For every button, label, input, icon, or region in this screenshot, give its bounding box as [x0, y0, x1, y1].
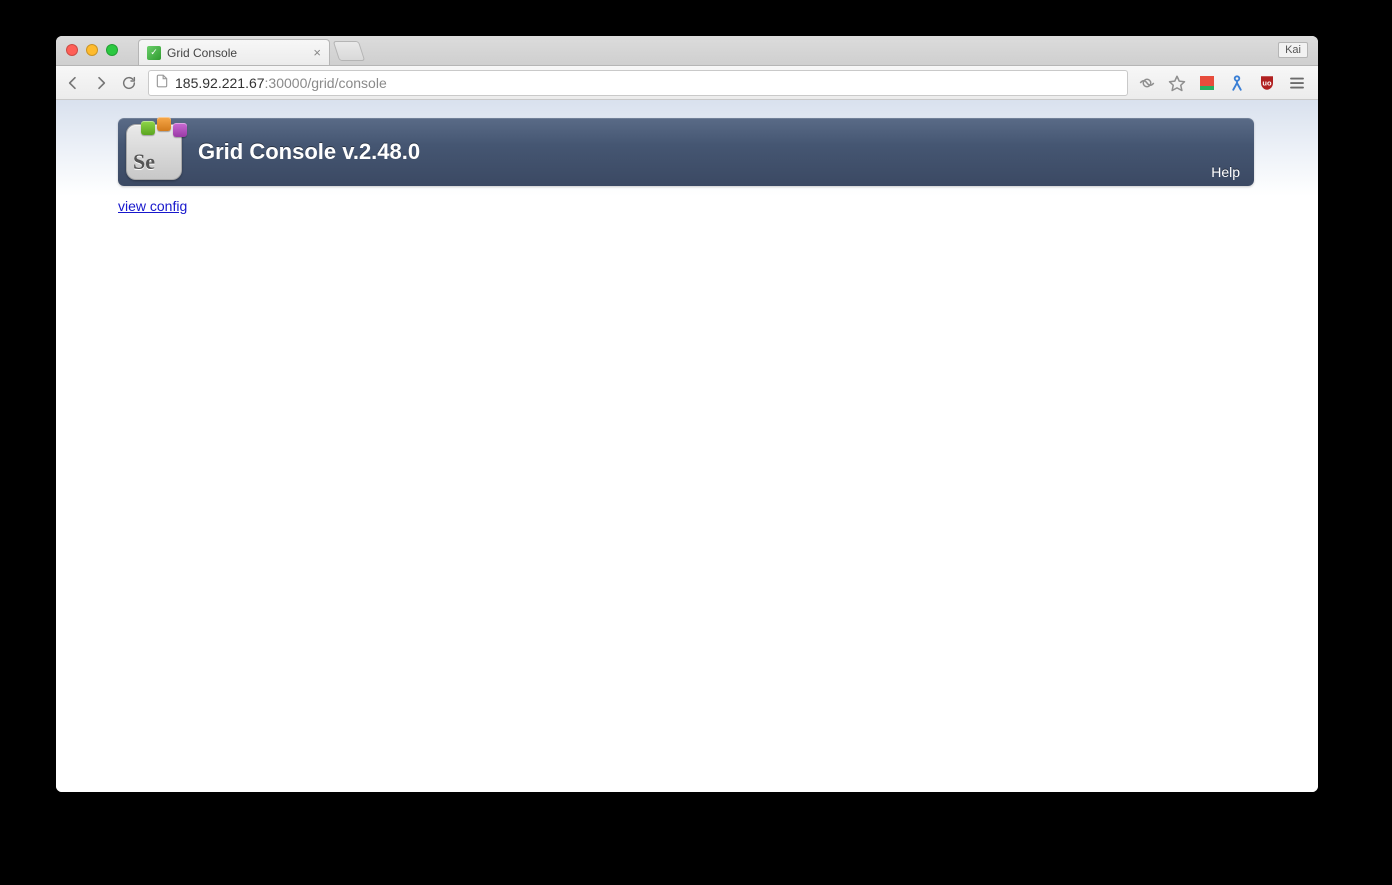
- close-tab-icon[interactable]: ×: [313, 46, 321, 59]
- url-path: :30000/grid/console: [265, 75, 387, 91]
- forward-button[interactable]: [92, 74, 110, 92]
- selenium-logo: Se: [126, 124, 182, 180]
- profile-badge[interactable]: Kai: [1278, 42, 1308, 58]
- extension-v-icon[interactable]: [1228, 74, 1246, 92]
- browser-toolbar: 185.92.221.67:30000/grid/console uo: [56, 66, 1318, 100]
- page-title: Grid Console v.2.48.0: [198, 139, 420, 165]
- page-content: Se Grid Console v.2.48.0 Help view confi…: [56, 100, 1318, 216]
- ublock-icon[interactable]: uo: [1258, 74, 1276, 92]
- address-bar[interactable]: 185.92.221.67:30000/grid/console: [148, 70, 1128, 96]
- bookmark-star-icon[interactable]: [1168, 74, 1186, 92]
- tab-title: Grid Console: [167, 46, 237, 60]
- new-tab-button[interactable]: [333, 41, 365, 61]
- back-button[interactable]: [64, 74, 82, 92]
- extension-square-icon[interactable]: [1198, 74, 1216, 92]
- logo-cubes-icon: [141, 117, 187, 131]
- window-controls: [66, 44, 118, 56]
- grid-console-header: Se Grid Console v.2.48.0 Help: [118, 118, 1254, 186]
- url-host: 185.92.221.67: [175, 75, 265, 91]
- tab-favicon: ✓: [147, 46, 161, 60]
- browser-window: ✓ Grid Console × Kai 185.92.221.67:30000…: [56, 36, 1318, 792]
- logo-text: Se: [127, 149, 155, 179]
- tab-strip: ✓ Grid Console × Kai: [56, 36, 1318, 66]
- page-icon: [155, 74, 169, 91]
- view-config-link[interactable]: view config: [118, 198, 187, 214]
- help-link[interactable]: Help: [1211, 164, 1240, 180]
- reload-button[interactable]: [120, 74, 138, 92]
- browser-tab[interactable]: ✓ Grid Console ×: [138, 39, 330, 65]
- svg-text:uo: uo: [1262, 78, 1272, 87]
- toolbar-extensions: uo: [1138, 74, 1310, 92]
- menu-icon[interactable]: [1288, 74, 1306, 92]
- minimize-window-button[interactable]: [86, 44, 98, 56]
- close-window-button[interactable]: [66, 44, 78, 56]
- maximize-window-button[interactable]: [106, 44, 118, 56]
- extension-icon[interactable]: [1138, 74, 1156, 92]
- page-viewport: Se Grid Console v.2.48.0 Help view confi…: [56, 100, 1318, 792]
